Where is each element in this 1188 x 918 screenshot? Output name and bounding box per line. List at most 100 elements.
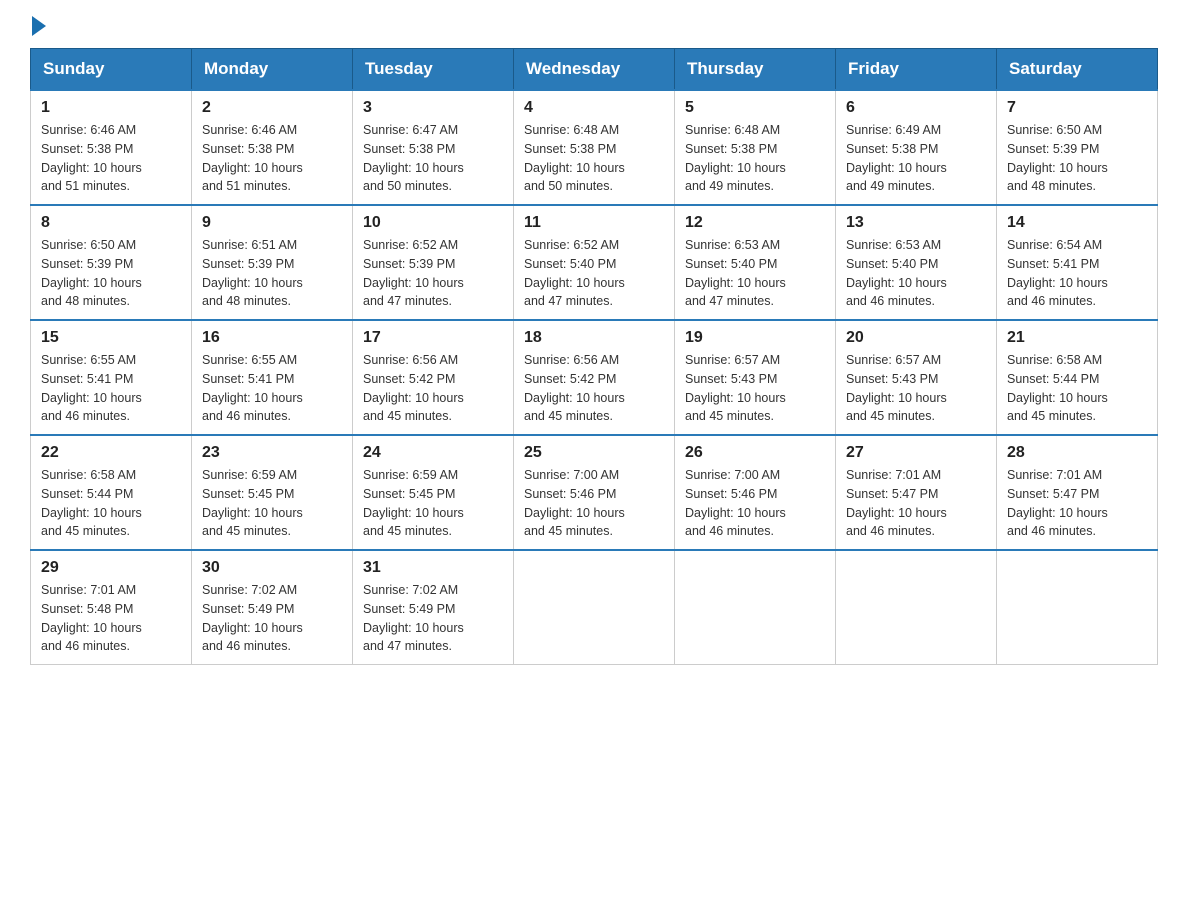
day-info: Sunrise: 6:50 AMSunset: 5:39 PMDaylight:… — [1007, 121, 1147, 196]
calendar-header-friday: Friday — [836, 49, 997, 91]
day-info: Sunrise: 6:58 AMSunset: 5:44 PMDaylight:… — [41, 466, 181, 541]
calendar-cell: 30 Sunrise: 7:02 AMSunset: 5:49 PMDayligh… — [192, 550, 353, 665]
day-info: Sunrise: 6:47 AMSunset: 5:38 PMDaylight:… — [363, 121, 503, 196]
calendar-cell: 8 Sunrise: 6:50 AMSunset: 5:39 PMDaylight… — [31, 205, 192, 320]
calendar-cell: 18 Sunrise: 6:56 AMSunset: 5:42 PMDayligh… — [514, 320, 675, 435]
calendar-cell: 3 Sunrise: 6:47 AMSunset: 5:38 PMDaylight… — [353, 90, 514, 205]
calendar-cell: 14 Sunrise: 6:54 AMSunset: 5:41 PMDayligh… — [997, 205, 1158, 320]
day-info: Sunrise: 6:51 AMSunset: 5:39 PMDaylight:… — [202, 236, 342, 311]
calendar-cell: 24 Sunrise: 6:59 AMSunset: 5:45 PMDayligh… — [353, 435, 514, 550]
day-number: 21 — [1007, 329, 1147, 347]
calendar-header-monday: Monday — [192, 49, 353, 91]
day-info: Sunrise: 6:57 AMSunset: 5:43 PMDaylight:… — [846, 351, 986, 426]
day-number: 8 — [41, 214, 181, 232]
logo — [30, 20, 46, 28]
day-number: 7 — [1007, 99, 1147, 117]
day-number: 18 — [524, 329, 664, 347]
day-number: 14 — [1007, 214, 1147, 232]
day-info: Sunrise: 6:52 AMSunset: 5:40 PMDaylight:… — [524, 236, 664, 311]
calendar-cell: 10 Sunrise: 6:52 AMSunset: 5:39 PMDayligh… — [353, 205, 514, 320]
calendar-cell: 19Sunrise: 6:57 AMSunset: 5:43 PMDayligh… — [675, 320, 836, 435]
calendar-cell: 1 Sunrise: 6:46 AMSunset: 5:38 PMDaylight… — [31, 90, 192, 205]
calendar-cell: 21 Sunrise: 6:58 AMSunset: 5:44 PMDayligh… — [997, 320, 1158, 435]
calendar-cell: 4Sunrise: 6:48 AMSunset: 5:38 PMDaylight… — [514, 90, 675, 205]
day-number: 12 — [685, 214, 825, 232]
day-number: 2 — [202, 99, 342, 117]
calendar-cell: 6 Sunrise: 6:49 AMSunset: 5:38 PMDaylight… — [836, 90, 997, 205]
day-number: 22 — [41, 444, 181, 462]
day-number: 25 — [524, 444, 664, 462]
day-info: Sunrise: 7:02 AMSunset: 5:49 PMDaylight:… — [202, 581, 342, 656]
calendar-cell: 23Sunrise: 6:59 AMSunset: 5:45 PMDayligh… — [192, 435, 353, 550]
calendar-cell: 13 Sunrise: 6:53 AMSunset: 5:40 PMDayligh… — [836, 205, 997, 320]
calendar-header-row: SundayMondayTuesdayWednesdayThursdayFrid… — [31, 49, 1158, 91]
day-info: Sunrise: 6:56 AMSunset: 5:42 PMDaylight:… — [524, 351, 664, 426]
day-info: Sunrise: 7:02 AMSunset: 5:49 PMDaylight:… — [363, 581, 503, 656]
day-info: Sunrise: 6:56 AMSunset: 5:42 PMDaylight:… — [363, 351, 503, 426]
calendar-cell: 17 Sunrise: 6:56 AMSunset: 5:42 PMDayligh… — [353, 320, 514, 435]
day-number: 11 — [524, 214, 664, 232]
day-number: 5 — [685, 99, 825, 117]
calendar-cell: 31 Sunrise: 7:02 AMSunset: 5:49 PMDayligh… — [353, 550, 514, 665]
day-info: Sunrise: 6:49 AMSunset: 5:38 PMDaylight:… — [846, 121, 986, 196]
day-number: 19 — [685, 329, 825, 347]
calendar-cell: 26Sunrise: 7:00 AMSunset: 5:46 PMDayligh… — [675, 435, 836, 550]
calendar-cell: 28 Sunrise: 7:01 AMSunset: 5:47 PMDayligh… — [997, 435, 1158, 550]
calendar-cell — [997, 550, 1158, 665]
calendar-cell: 27Sunrise: 7:01 AMSunset: 5:47 PMDayligh… — [836, 435, 997, 550]
day-number: 1 — [41, 99, 181, 117]
day-info: Sunrise: 6:59 AMSunset: 5:45 PMDaylight:… — [202, 466, 342, 541]
day-number: 26 — [685, 444, 825, 462]
calendar-header-thursday: Thursday — [675, 49, 836, 91]
day-number: 28 — [1007, 444, 1147, 462]
day-info: Sunrise: 6:46 AMSunset: 5:38 PMDaylight:… — [41, 121, 181, 196]
day-number: 9 — [202, 214, 342, 232]
day-info: Sunrise: 6:50 AMSunset: 5:39 PMDaylight:… — [41, 236, 181, 311]
day-info: Sunrise: 6:48 AMSunset: 5:38 PMDaylight:… — [685, 121, 825, 196]
day-info: Sunrise: 6:59 AMSunset: 5:45 PMDaylight:… — [363, 466, 503, 541]
calendar-header-sunday: Sunday — [31, 49, 192, 91]
calendar-week-row: 22 Sunrise: 6:58 AMSunset: 5:44 PMDayligh… — [31, 435, 1158, 550]
day-number: 13 — [846, 214, 986, 232]
calendar-week-row: 8 Sunrise: 6:50 AMSunset: 5:39 PMDaylight… — [31, 205, 1158, 320]
calendar-cell: 22 Sunrise: 6:58 AMSunset: 5:44 PMDayligh… — [31, 435, 192, 550]
calendar-cell: 25 Sunrise: 7:00 AMSunset: 5:46 PMDayligh… — [514, 435, 675, 550]
calendar-cell: 15 Sunrise: 6:55 AMSunset: 5:41 PMDayligh… — [31, 320, 192, 435]
day-number: 10 — [363, 214, 503, 232]
day-number: 17 — [363, 329, 503, 347]
calendar-cell: 12 Sunrise: 6:53 AMSunset: 5:40 PMDayligh… — [675, 205, 836, 320]
calendar-cell: 29 Sunrise: 7:01 AMSunset: 5:48 PMDayligh… — [31, 550, 192, 665]
day-number: 6 — [846, 99, 986, 117]
calendar-cell: 5 Sunrise: 6:48 AMSunset: 5:38 PMDaylight… — [675, 90, 836, 205]
calendar-week-row: 1 Sunrise: 6:46 AMSunset: 5:38 PMDaylight… — [31, 90, 1158, 205]
calendar-cell: 16Sunrise: 6:55 AMSunset: 5:41 PMDayligh… — [192, 320, 353, 435]
day-info: Sunrise: 6:52 AMSunset: 5:39 PMDaylight:… — [363, 236, 503, 311]
day-info: Sunrise: 7:01 AMSunset: 5:47 PMDaylight:… — [1007, 466, 1147, 541]
calendar-cell — [675, 550, 836, 665]
day-number: 3 — [363, 99, 503, 117]
day-number: 24 — [363, 444, 503, 462]
day-info: Sunrise: 6:54 AMSunset: 5:41 PMDaylight:… — [1007, 236, 1147, 311]
day-number: 20 — [846, 329, 986, 347]
day-info: Sunrise: 7:01 AMSunset: 5:48 PMDaylight:… — [41, 581, 181, 656]
day-info: Sunrise: 6:55 AMSunset: 5:41 PMDaylight:… — [41, 351, 181, 426]
day-number: 30 — [202, 559, 342, 577]
calendar-week-row: 29 Sunrise: 7:01 AMSunset: 5:48 PMDayligh… — [31, 550, 1158, 665]
calendar-cell: 9 Sunrise: 6:51 AMSunset: 5:39 PMDaylight… — [192, 205, 353, 320]
day-number: 15 — [41, 329, 181, 347]
day-info: Sunrise: 6:58 AMSunset: 5:44 PMDaylight:… — [1007, 351, 1147, 426]
day-number: 4 — [524, 99, 664, 117]
day-info: Sunrise: 7:00 AMSunset: 5:46 PMDaylight:… — [524, 466, 664, 541]
day-info: Sunrise: 6:53 AMSunset: 5:40 PMDaylight:… — [846, 236, 986, 311]
day-number: 29 — [41, 559, 181, 577]
day-number: 31 — [363, 559, 503, 577]
day-info: Sunrise: 6:53 AMSunset: 5:40 PMDaylight:… — [685, 236, 825, 311]
calendar-cell: 20 Sunrise: 6:57 AMSunset: 5:43 PMDayligh… — [836, 320, 997, 435]
calendar-table: SundayMondayTuesdayWednesdayThursdayFrid… — [30, 48, 1158, 665]
day-info: Sunrise: 6:55 AMSunset: 5:41 PMDaylight:… — [202, 351, 342, 426]
day-info: Sunrise: 6:46 AMSunset: 5:38 PMDaylight:… — [202, 121, 342, 196]
page-header — [30, 20, 1158, 28]
calendar-cell: 11 Sunrise: 6:52 AMSunset: 5:40 PMDayligh… — [514, 205, 675, 320]
day-number: 27 — [846, 444, 986, 462]
calendar-cell — [836, 550, 997, 665]
